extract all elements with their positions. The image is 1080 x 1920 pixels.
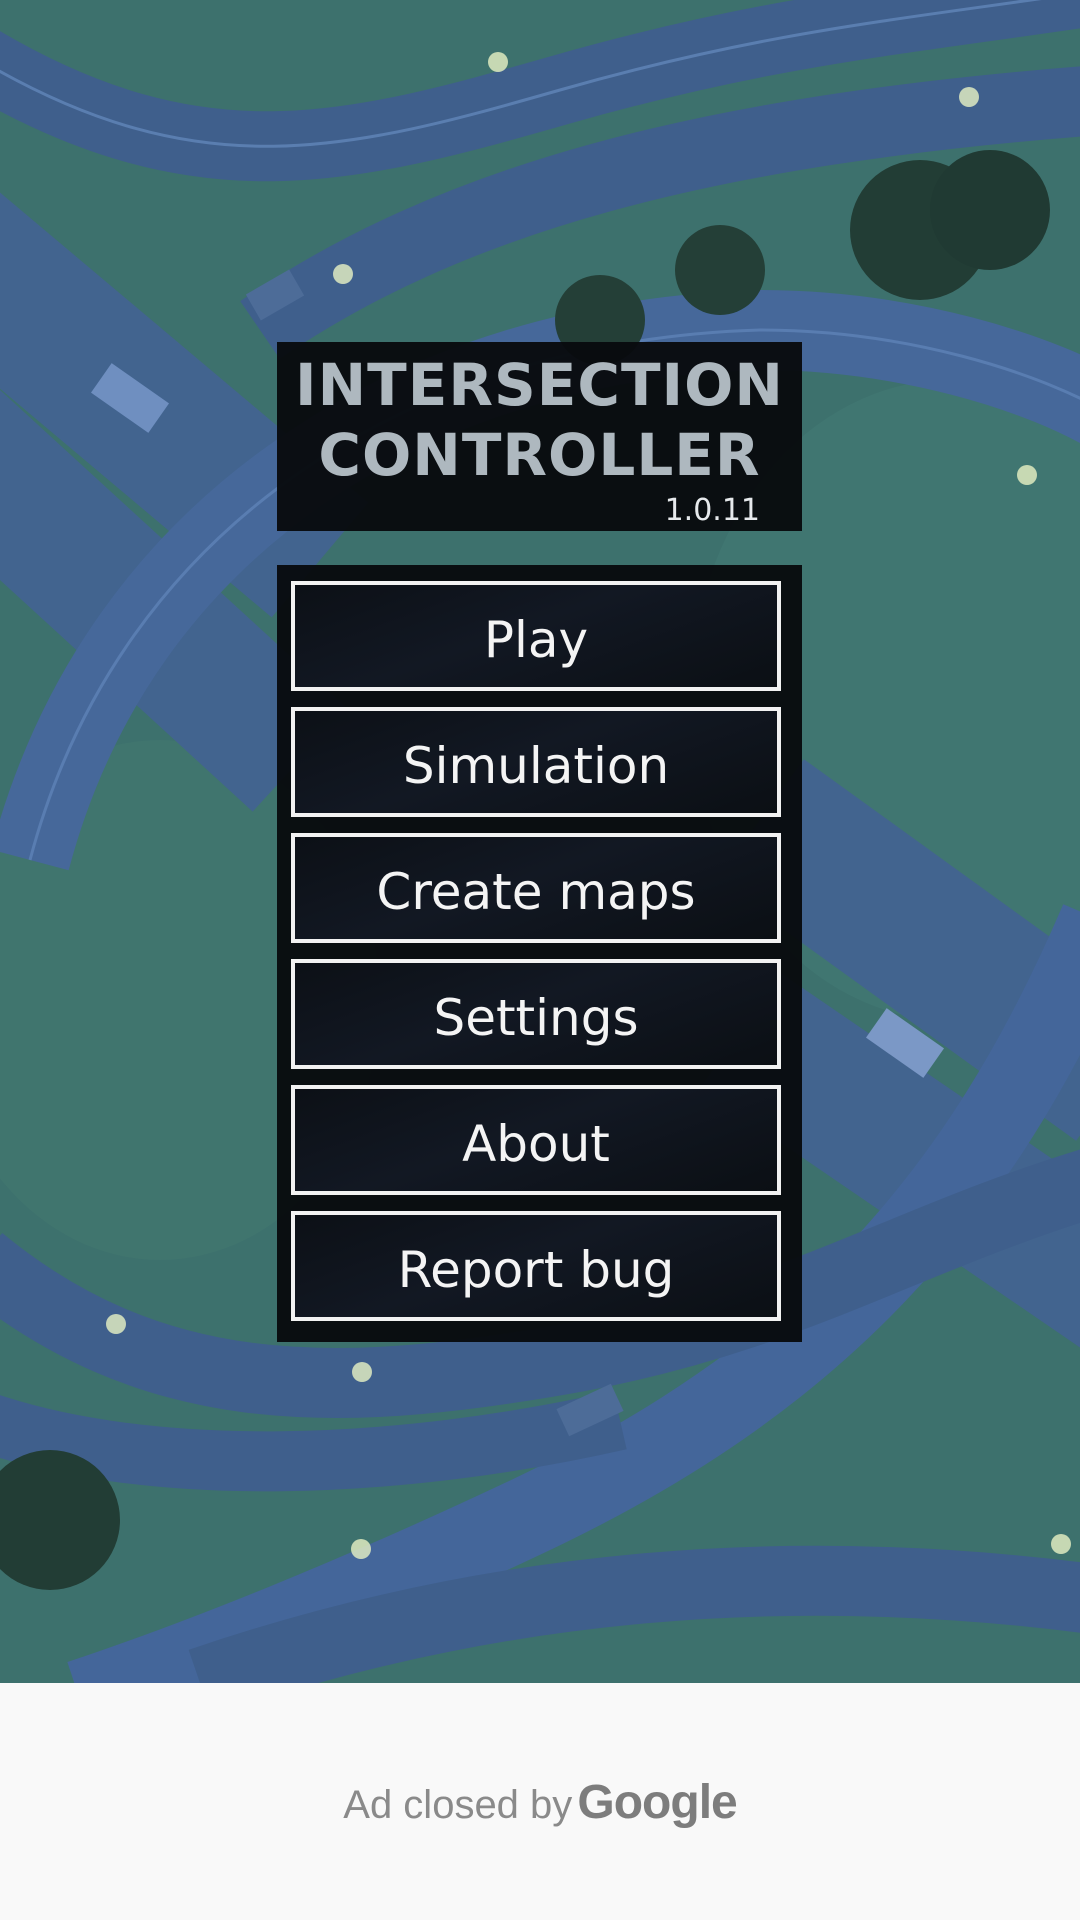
- game-version: 1.0.11: [664, 493, 760, 528]
- settings-button[interactable]: Settings: [291, 959, 781, 1069]
- title-panel: INTERSECTION CONTROLLER 1.0.11: [277, 342, 802, 531]
- about-button[interactable]: About: [291, 1085, 781, 1195]
- game-title: INTERSECTION CONTROLLER: [295, 351, 784, 489]
- ad-closed-message: Ad closed by Google: [0, 1775, 1080, 1830]
- google-logo: Google: [577, 1776, 737, 1829]
- ad-closed-label: Ad closed by: [343, 1783, 573, 1827]
- report-bug-button[interactable]: Report bug: [291, 1211, 781, 1321]
- create-maps-button[interactable]: Create maps: [291, 833, 781, 943]
- main-menu: Play Simulation Create maps Settings Abo…: [277, 565, 802, 1342]
- simulation-button[interactable]: Simulation: [291, 707, 781, 817]
- ad-banner-area: Ad closed by Google: [0, 1683, 1080, 1920]
- play-button[interactable]: Play: [291, 581, 781, 691]
